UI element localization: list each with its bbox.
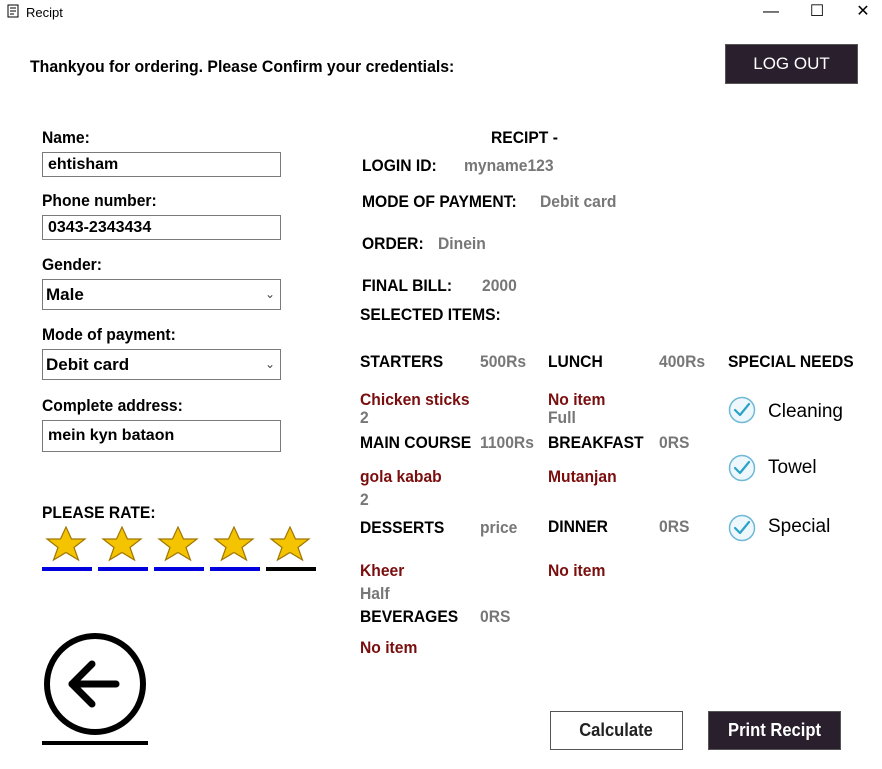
starters-qty: 2: [360, 408, 369, 427]
beverages-price: 0RS: [480, 607, 511, 626]
phone-label: Phone number:: [42, 191, 157, 210]
rate-label: PLEASE RATE:: [42, 503, 156, 522]
address-field[interactable]: mein kyn bataon: [42, 420, 281, 452]
rating-underline: [210, 567, 260, 571]
breakfast-label: BREAKFAST: [548, 433, 644, 452]
special-need-label: Cleaning: [768, 401, 843, 422]
print-receipt-label: Print Recipt: [728, 720, 821, 740]
gender-value: Male: [46, 285, 84, 304]
star-icon: [157, 525, 199, 562]
breakfast-item: Mutanjan: [548, 467, 617, 486]
phone-field[interactable]: 0343-2343434: [42, 215, 281, 240]
special-need-special[interactable]: [728, 514, 756, 547]
selected-items-label: SELECTED ITEMS:: [360, 305, 501, 324]
lunch-qty: Full: [548, 408, 576, 427]
rating-star-3[interactable]: [154, 525, 202, 567]
payment-select[interactable]: Debit card ⌄: [42, 349, 281, 380]
beverages-item: No item: [360, 638, 418, 657]
final-bill-label: FINAL BILL:: [362, 276, 453, 295]
payment-value: Debit card: [46, 355, 130, 374]
maximize-button[interactable]: ☐: [794, 0, 840, 26]
main-course-price: 1100Rs: [480, 433, 534, 452]
main-course-item: gola kabab: [360, 467, 442, 486]
calculate-button[interactable]: Calculate: [550, 711, 683, 750]
rating-underline: [42, 567, 92, 571]
rating-underline: [98, 567, 148, 571]
special-need-label: Towel: [768, 457, 817, 478]
star-icon: [269, 525, 311, 562]
breakfast-price: 0RS: [659, 433, 690, 452]
desserts-label: DESSERTS: [360, 518, 445, 537]
rating-star-1[interactable]: [42, 525, 90, 567]
main-course-qty: 2: [360, 490, 369, 509]
name-field[interactable]: ehtisham: [42, 152, 281, 177]
dinner-price: 0RS: [659, 517, 690, 536]
special-need-cleaning[interactable]: [728, 396, 756, 429]
mode-of-payment-label: MODE OF PAYMENT:: [362, 192, 517, 211]
confirm-prompt: Thankyou for ordering. Please Confirm yo…: [30, 57, 455, 76]
star-icon: [213, 525, 255, 562]
star-icon: [45, 525, 87, 562]
back-button[interactable]: [42, 632, 148, 746]
logout-button[interactable]: LOG OUT: [725, 44, 858, 84]
lunch-item: No item: [548, 390, 606, 409]
dinner-label: DINNER: [548, 517, 608, 536]
window-title: Recipt: [26, 5, 63, 20]
final-bill-value: 2000: [482, 276, 517, 295]
name-label: Name:: [42, 128, 90, 147]
desserts-price: price: [480, 518, 518, 537]
starters-price: 500Rs: [480, 352, 527, 371]
gender-select[interactable]: Male ⌄: [42, 279, 281, 310]
dinner-item: No item: [548, 561, 606, 580]
special-needs-title: SPECIAL NEEDS: [728, 352, 854, 371]
special-need-towel[interactable]: [728, 454, 756, 487]
logout-label: LOG OUT: [753, 54, 830, 73]
rating-star-2[interactable]: [98, 525, 146, 567]
check-icon: [728, 396, 756, 424]
payment-label: Mode of payment:: [42, 325, 176, 344]
starters-label: STARTERS: [360, 352, 444, 371]
minimize-button[interactable]: —: [748, 0, 794, 26]
order-label: ORDER:: [362, 234, 424, 253]
print-receipt-button[interactable]: Print Recipt: [708, 711, 841, 750]
main-course-label: MAIN COURSE: [360, 433, 472, 452]
mode-of-payment-value: Debit card: [540, 192, 617, 211]
login-id-label: LOGIN ID:: [362, 156, 437, 175]
desserts-item: Kheer: [360, 561, 405, 580]
receipt-title: RECIPT -: [491, 128, 558, 147]
check-icon: [728, 514, 756, 542]
rating-underline: [266, 567, 316, 571]
login-id-value: myname123: [464, 156, 554, 175]
beverages-label: BEVERAGES: [360, 607, 459, 626]
rating-star-5[interactable]: [266, 525, 314, 567]
lunch-label: LUNCH: [548, 352, 603, 371]
star-icon: [101, 525, 143, 562]
back-arrow-icon: [42, 633, 148, 745]
rating-underline: [154, 567, 204, 571]
close-button[interactable]: ✕: [840, 0, 882, 26]
receipt-app-icon: [7, 4, 19, 18]
check-icon: [728, 454, 756, 482]
gender-label: Gender:: [42, 255, 102, 274]
chevron-down-icon: ⌄: [264, 287, 275, 301]
address-label: Complete address:: [42, 396, 183, 415]
calculate-label: Calculate: [579, 720, 654, 740]
chevron-down-icon: ⌄: [264, 357, 275, 371]
order-value: Dinein: [438, 234, 486, 253]
desserts-qty: Half: [360, 584, 390, 603]
starters-item: Chicken sticks: [360, 390, 470, 409]
special-need-label: Special: [768, 516, 831, 537]
rating-star-4[interactable]: [210, 525, 258, 567]
lunch-price: 400Rs: [659, 352, 706, 371]
